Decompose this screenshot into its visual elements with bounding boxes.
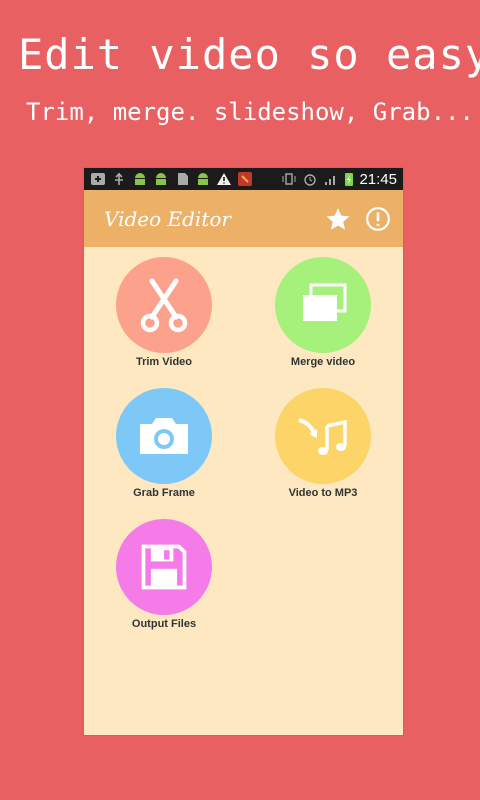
merge-video-circle — [275, 257, 371, 353]
usb-icon — [115, 172, 123, 185]
warning-icon — [217, 173, 231, 185]
trim-video-circle — [116, 257, 212, 353]
app-bar: Video Editor — [84, 190, 403, 247]
grab-frame-circle — [116, 388, 212, 484]
battery-charging-icon — [345, 173, 354, 186]
trim-video-button[interactable]: Trim Video — [89, 257, 239, 368]
android-icon — [156, 173, 166, 185]
promo-subtitle: Trim, merge. slideshow, Grab... — [26, 98, 474, 126]
camera-icon — [140, 418, 188, 454]
android-icon — [198, 173, 208, 185]
output-files-button[interactable]: Output Files — [89, 519, 239, 630]
status-bar: 21:45 — [84, 168, 403, 190]
star-icon[interactable] — [325, 206, 351, 232]
tile-label: Trim Video — [135, 356, 193, 368]
tile-label: Grab Frame — [133, 487, 195, 499]
info-icon[interactable] — [365, 206, 391, 232]
music-icon — [298, 418, 347, 455]
vibrate-icon — [282, 173, 296, 185]
app-notification-icon — [238, 172, 252, 186]
tool-grid: Trim Video Merge video Grab Frame Video … — [84, 247, 403, 735]
floppy-disk-icon — [141, 544, 187, 590]
scissors-icon — [140, 278, 188, 333]
tile-label: Output Files — [131, 618, 197, 630]
tile-label: Video to MP3 — [288, 487, 358, 499]
tile-label: Merge video — [290, 356, 356, 368]
alarm-icon — [304, 174, 317, 186]
add-notification-icon — [91, 173, 105, 185]
phone-screen: 21:45 Video Editor Trim Video Merge vide… — [84, 168, 403, 735]
app-title: Video Editor — [104, 206, 231, 231]
windows-icon — [303, 283, 347, 321]
video-to-mp3-button[interactable]: Video to MP3 — [248, 388, 398, 499]
promo-title: Edit video so easy — [18, 30, 480, 79]
merge-video-button[interactable]: Merge video — [248, 257, 398, 368]
sd-card-icon — [178, 173, 188, 185]
android-icon — [135, 173, 145, 185]
output-files-circle — [116, 519, 212, 615]
status-time: 21:45 — [359, 170, 397, 188]
grab-frame-button[interactable]: Grab Frame — [89, 388, 239, 499]
signal-icon — [325, 176, 336, 185]
video-to-mp3-circle — [275, 388, 371, 484]
